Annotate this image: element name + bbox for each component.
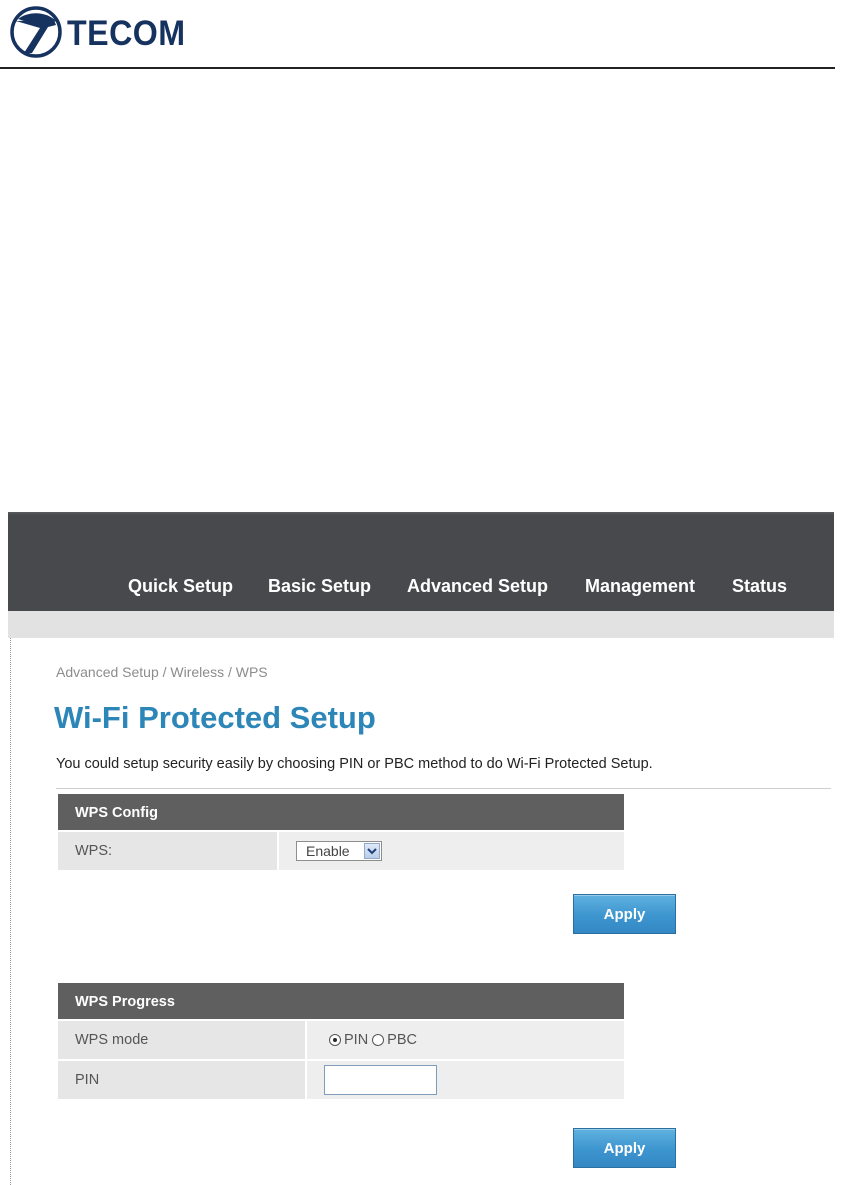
router-ui-screenshot: Quick Setup Basic Setup Advanced Setup M… bbox=[8, 512, 834, 1185]
page-description: You could setup security easily by choos… bbox=[56, 756, 653, 772]
nav-quick-setup[interactable]: Quick Setup bbox=[128, 574, 233, 598]
tecom-logo-icon bbox=[10, 6, 62, 58]
radio-pbc[interactable] bbox=[372, 1034, 385, 1046]
top-navigation-bar: Quick Setup Basic Setup Advanced Setup M… bbox=[8, 512, 834, 611]
wps-row: WPS: Enable bbox=[58, 832, 624, 870]
pin-input[interactable] bbox=[324, 1065, 437, 1095]
page-title: Wi-Fi Protected Setup bbox=[54, 700, 376, 735]
document-header: TECOM bbox=[0, 0, 849, 70]
radio-pin[interactable] bbox=[329, 1034, 341, 1046]
logo-wordmark: TECOM bbox=[67, 14, 186, 53]
pin-value-cell bbox=[307, 1061, 624, 1099]
wps-select[interactable]: Enable bbox=[296, 841, 382, 861]
header-divider bbox=[0, 67, 835, 69]
chevron-down-icon[interactable] bbox=[364, 843, 380, 859]
wps-value-cell: Enable bbox=[279, 832, 624, 870]
pin-row: PIN bbox=[58, 1061, 624, 1099]
wps-progress-heading: WPS Progress bbox=[58, 983, 624, 1019]
nav-status[interactable]: Status bbox=[732, 574, 787, 598]
pin-label: PIN bbox=[58, 1061, 305, 1099]
wps-config-heading: WPS Config bbox=[58, 794, 624, 830]
sub-navigation-bar bbox=[8, 611, 834, 638]
wps-label: WPS: bbox=[58, 832, 277, 870]
wps-progress-apply-button[interactable]: Apply bbox=[573, 1128, 676, 1168]
nav-management[interactable]: Management bbox=[585, 574, 695, 598]
tecom-logo: TECOM bbox=[10, 5, 190, 61]
wps-select-value: Enable bbox=[306, 843, 350, 859]
wps-config-panel: WPS Config WPS: Enable bbox=[58, 794, 624, 870]
breadcrumb: Advanced Setup / Wireless / WPS bbox=[56, 664, 268, 680]
radio-pin-label: PIN bbox=[344, 1032, 369, 1048]
nav-advanced-setup[interactable]: Advanced Setup bbox=[407, 574, 548, 598]
wps-mode-row: WPS mode PIN PBC bbox=[58, 1021, 624, 1059]
content-border bbox=[10, 638, 11, 1185]
wps-config-apply-button[interactable]: Apply bbox=[573, 894, 676, 934]
wps-mode-label: WPS mode bbox=[58, 1021, 305, 1059]
wps-progress-panel: WPS Progress WPS mode PIN PBC PIN bbox=[58, 983, 624, 1099]
description-divider bbox=[56, 788, 831, 789]
wps-mode-value-cell: PIN PBC bbox=[307, 1021, 624, 1059]
radio-pbc-label: PBC bbox=[387, 1032, 417, 1048]
nav-basic-setup[interactable]: Basic Setup bbox=[268, 574, 371, 598]
